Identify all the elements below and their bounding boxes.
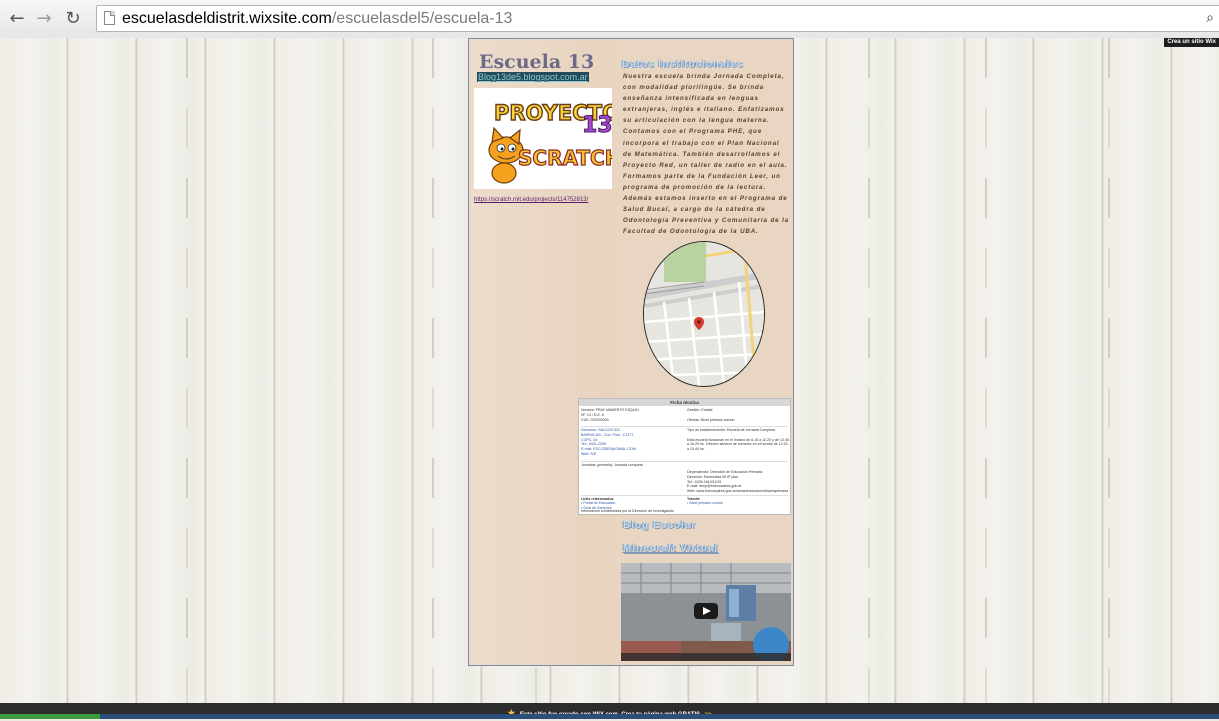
wix-create-badge[interactable]: Crea un sitio Wix	[1164, 38, 1219, 47]
school-info-table: Ficha técnica Nombre: FRAY MAMERTO ESQUI…	[578, 398, 791, 515]
ficha-tramites[interactable]: • Nivel primario común	[687, 501, 790, 506]
url-domain: escuelasdeldistrit.wixsite.com	[122, 10, 332, 27]
ficha-divider	[581, 426, 788, 427]
blog-heading[interactable]: Blog Escolar	[623, 520, 696, 531]
plank-divider	[985, 38, 987, 703]
browser-toolbar: ← → ↻ escuelasdeldistrit.wixsite.com/esc…	[0, 0, 1219, 39]
map-pin-icon	[694, 317, 704, 330]
scratch-logo-number: 13	[582, 113, 612, 138]
plank-divider	[186, 38, 188, 703]
address-bar[interactable]: escuelasdeldistrit.wixsite.com/escuelasd…	[96, 5, 1219, 32]
ficha-divider	[581, 461, 788, 462]
page-icon	[104, 11, 115, 25]
play-icon[interactable]	[694, 603, 718, 619]
ficha-type-cell: Tipo de establecimiento: Escuela de Jorn…	[687, 428, 789, 452]
url-text[interactable]: escuelasdeldistrit.wixsite.com/escuelasd…	[122, 9, 512, 29]
video-heading[interactable]: Minecraft Virtual	[623, 543, 718, 554]
scratch-project-logo[interactable]: PROYECTO 13 SCRATCH	[474, 88, 622, 189]
scratch-project-link[interactable]: https://scratch.mit.edu/projects/1147528…	[474, 197, 588, 203]
ficha-footer: Información suministrada por la Direcció…	[581, 509, 675, 513]
scratch-logo-image: PROYECTO 13 SCRATCH	[474, 88, 622, 189]
reload-icon[interactable]: ↻	[62, 8, 84, 30]
school-description: Nuestra escuela brinda Jornada Completa,…	[623, 73, 790, 236]
arrow-left-icon[interactable]: ←	[6, 8, 28, 30]
url-path: /escuelasdel5/escuela-13	[331, 10, 513, 27]
page-title: Escuela 13	[479, 51, 595, 73]
content-panel: Escuela 13 Blog13de5.blogspot.com.ar PRO…	[468, 38, 794, 666]
location-map[interactable]	[643, 241, 765, 387]
ficha-jornada-cell: Jornadas (primaria): Jornada completa	[581, 463, 643, 467]
ficha-address-cell: Dirección: GALDOS 532 BARRACAS - Cód. Po…	[581, 428, 636, 456]
ficha-dependencia-cell: Dependencia: Dirección de Educación Prim…	[687, 470, 789, 494]
wix-footer-banner[interactable]: ★ Este sitio fue creado con WIX.com. Cre…	[0, 703, 1219, 718]
info-heading: Datos institucionales	[622, 59, 744, 70]
plank-divider	[1108, 38, 1110, 703]
scratch-logo-line2: SCRATCH	[518, 146, 612, 170]
ficha-gestion-cell: Gestión: Estatal Ofertas: Nivel primario…	[687, 408, 735, 422]
plank-divider	[432, 38, 434, 703]
ficha-name-cell: Nombre: FRAY MAMERTO ESQUIU Nº: 13 / D.E…	[581, 408, 640, 422]
zoom-icon[interactable]: ⌕	[1206, 10, 1214, 26]
video-player[interactable]	[621, 563, 791, 661]
os-taskbar	[0, 714, 1219, 719]
ficha-header: Ficha técnica	[579, 399, 790, 406]
ficha-divider	[581, 495, 788, 496]
plank-divider	[868, 38, 870, 703]
map-image	[644, 242, 764, 386]
blog-link[interactable]: Blog13de5.blogspot.com.ar	[477, 72, 589, 82]
arrow-right-icon[interactable]: →	[33, 8, 55, 30]
